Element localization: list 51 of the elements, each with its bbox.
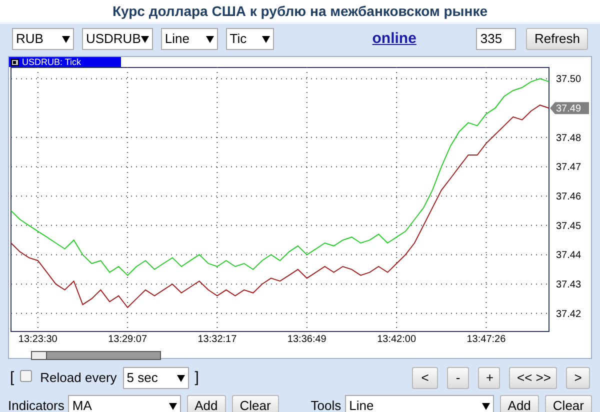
button[interactable]: Add bbox=[500, 395, 539, 412]
checkbox[interactable] bbox=[20, 370, 32, 382]
dropdown-arrow-icon bbox=[140, 36, 149, 42]
dropdown[interactable]: RUB bbox=[12, 28, 74, 50]
button[interactable]: - bbox=[447, 367, 469, 389]
button[interactable]: Add bbox=[186, 395, 226, 412]
axis-label: 37.43 bbox=[556, 280, 582, 291]
axis-label: 37.48 bbox=[556, 132, 582, 144]
axis-label: 37.47 bbox=[556, 162, 582, 174]
reload-label: Reload every bbox=[40, 369, 117, 388]
axis-label: 37.44 bbox=[556, 250, 582, 262]
dropdown-arrow-icon bbox=[482, 402, 490, 410]
price-tag: 37.49 bbox=[550, 102, 589, 115]
axis-label: 13:29:07 bbox=[108, 334, 148, 345]
field-label: Tools bbox=[310, 397, 342, 412]
bracket: [ bbox=[10, 368, 14, 388]
button[interactable]: Refresh bbox=[526, 28, 588, 50]
dropdown[interactable]: 5 sec bbox=[122, 367, 189, 389]
axis-label: 13:36:49 bbox=[287, 334, 326, 345]
axis-label: 37.50 bbox=[556, 74, 582, 86]
window-icon bbox=[11, 58, 19, 66]
dropdown-arrow-icon bbox=[176, 374, 185, 382]
online-link[interactable]: online bbox=[372, 28, 416, 50]
chart-title: USDRUB: Tick bbox=[22, 57, 82, 67]
scrollbar[interactable] bbox=[31, 351, 161, 360]
dropdown-arrow-icon bbox=[62, 36, 70, 42]
axis-label: 13:32:17 bbox=[198, 334, 237, 345]
dropdown-arrow-icon bbox=[262, 36, 270, 42]
button[interactable]: << >> bbox=[509, 367, 557, 389]
button[interactable]: < bbox=[412, 367, 438, 389]
button[interactable]: + bbox=[478, 367, 500, 389]
dropdown[interactable]: USDRUB bbox=[82, 28, 153, 50]
dropdown[interactable]: Line bbox=[345, 395, 494, 412]
count-field[interactable]: 335 bbox=[476, 28, 516, 50]
axis-label: 37.42 bbox=[556, 308, 582, 320]
axis-label: 37.46 bbox=[556, 192, 582, 203]
dropdown[interactable]: MA bbox=[68, 395, 181, 412]
button[interactable]: > bbox=[566, 367, 590, 389]
axis-label: 13:47:26 bbox=[466, 334, 506, 345]
dropdown-arrow-icon bbox=[168, 402, 177, 410]
button[interactable]: Clear bbox=[544, 395, 592, 412]
field-label: Indicators bbox=[8, 397, 64, 412]
dropdown[interactable]: Tic bbox=[226, 28, 274, 50]
axis-label: 13:23:30 bbox=[18, 334, 58, 345]
button[interactable]: Clear bbox=[232, 395, 279, 412]
page-title: Курс доллара США к рублю на межбанковском рынке bbox=[112, 2, 488, 21]
dropdown-arrow-icon bbox=[206, 36, 214, 42]
axis-label: 37.45 bbox=[556, 220, 582, 232]
bracket: ] bbox=[194, 368, 199, 388]
axis-label: 13:42:00 bbox=[377, 334, 416, 345]
dropdown[interactable]: Line bbox=[160, 28, 218, 50]
